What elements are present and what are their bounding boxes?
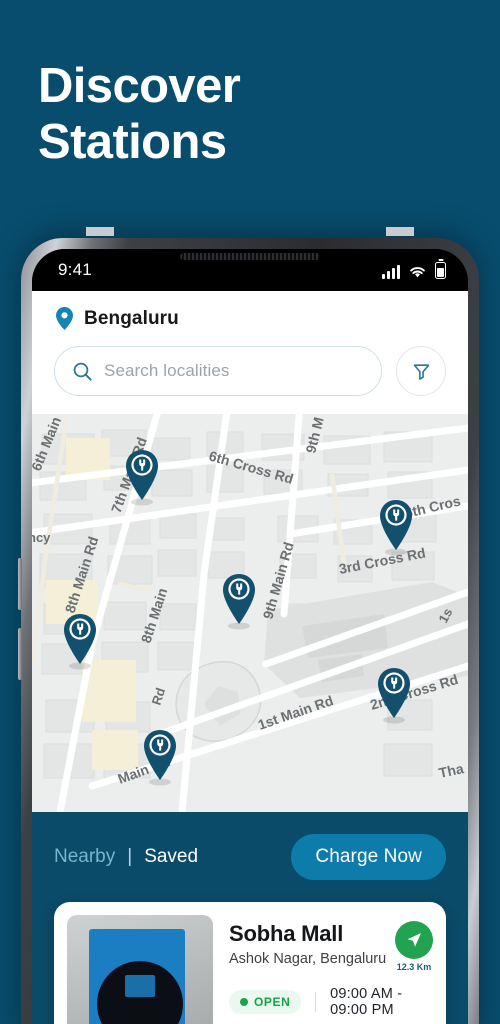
tab-separator: | xyxy=(127,846,133,867)
filter-button[interactable] xyxy=(396,346,446,396)
map-pin-icon xyxy=(56,307,73,330)
station-distance: 12.3 Km xyxy=(396,962,432,972)
phone-frame-accent-left xyxy=(86,227,114,236)
sheet-header: Nearby | Saved Charge Now xyxy=(54,834,446,880)
sheet-tabs: Nearby | Saved xyxy=(54,846,198,868)
map-view[interactable]: 6th Main 7th Main Rd 6th Cross Rd 9th M … xyxy=(32,414,468,812)
status-badge: OPEN xyxy=(229,990,302,1014)
station-info: Sobha Mall Ashok Nagar, Bengaluru 12.3 K… xyxy=(229,915,433,1024)
hero-line-1: Discover xyxy=(38,59,241,113)
tab-nearby[interactable]: Nearby xyxy=(54,846,115,868)
status-dot-icon xyxy=(240,998,248,1006)
navigation-arrow-icon xyxy=(395,921,433,959)
location-city-label: Bengaluru xyxy=(84,307,179,329)
search-placeholder: Search localities xyxy=(104,361,230,380)
map-label: ncy xyxy=(32,530,51,545)
hero-heading: Discover Stations xyxy=(38,58,241,171)
tab-saved[interactable]: Saved xyxy=(144,846,198,868)
wifi-icon xyxy=(410,266,425,277)
station-name: Sobha Mall xyxy=(229,921,344,946)
station-card[interactable]: ★ 4.2 Sobha Mall Ashok Nagar, Bengaluru xyxy=(54,902,446,1024)
phone-volume-button xyxy=(18,558,22,610)
phone-power-button xyxy=(18,628,22,680)
phone-mockup: 9:41 Bengaluru Search localities 6th Mai… xyxy=(18,227,479,1024)
bottom-sheet: Nearby | Saved Charge Now ★ xyxy=(32,812,468,1024)
search-row: Search localities xyxy=(32,330,468,414)
search-input[interactable]: Search localities xyxy=(54,346,382,396)
status-bar-icons xyxy=(382,261,446,279)
station-status-row: OPEN 09:00 AM - 09:00 PM xyxy=(229,986,433,1018)
location-selector[interactable]: Bengaluru xyxy=(32,291,468,330)
phone-screen: 9:41 Bengaluru Search localities 6th Mai… xyxy=(32,249,468,1024)
status-divider xyxy=(315,992,317,1012)
battery-icon xyxy=(435,261,446,279)
station-address: Ashok Nagar, Bengaluru xyxy=(229,951,387,967)
phone-frame-accent-right xyxy=(386,227,414,236)
status-badge-label: OPEN xyxy=(254,995,291,1009)
app-viewport: Bengaluru Search localities 6th Main 7th… xyxy=(32,291,468,1024)
search-icon xyxy=(73,362,92,381)
charger-display xyxy=(125,975,155,997)
navigate-action[interactable]: 12.3 Km xyxy=(387,921,433,972)
phone-speaker-grille xyxy=(180,253,320,260)
station-info-header: Sobha Mall Ashok Nagar, Bengaluru 12.3 K… xyxy=(229,921,433,972)
hero-line-2: Stations xyxy=(38,115,227,170)
station-hours: 09:00 AM - 09:00 PM xyxy=(330,986,403,1018)
station-thumbnail: ★ 4.2 xyxy=(67,915,213,1024)
status-bar-clock: 9:41 xyxy=(58,260,92,279)
signal-icon xyxy=(382,264,400,279)
charge-now-button[interactable]: Charge Now xyxy=(291,834,446,880)
filter-funnel-icon xyxy=(413,363,429,380)
map-canvas: 6th Main 7th Main Rd 6th Cross Rd 9th M … xyxy=(32,414,468,812)
